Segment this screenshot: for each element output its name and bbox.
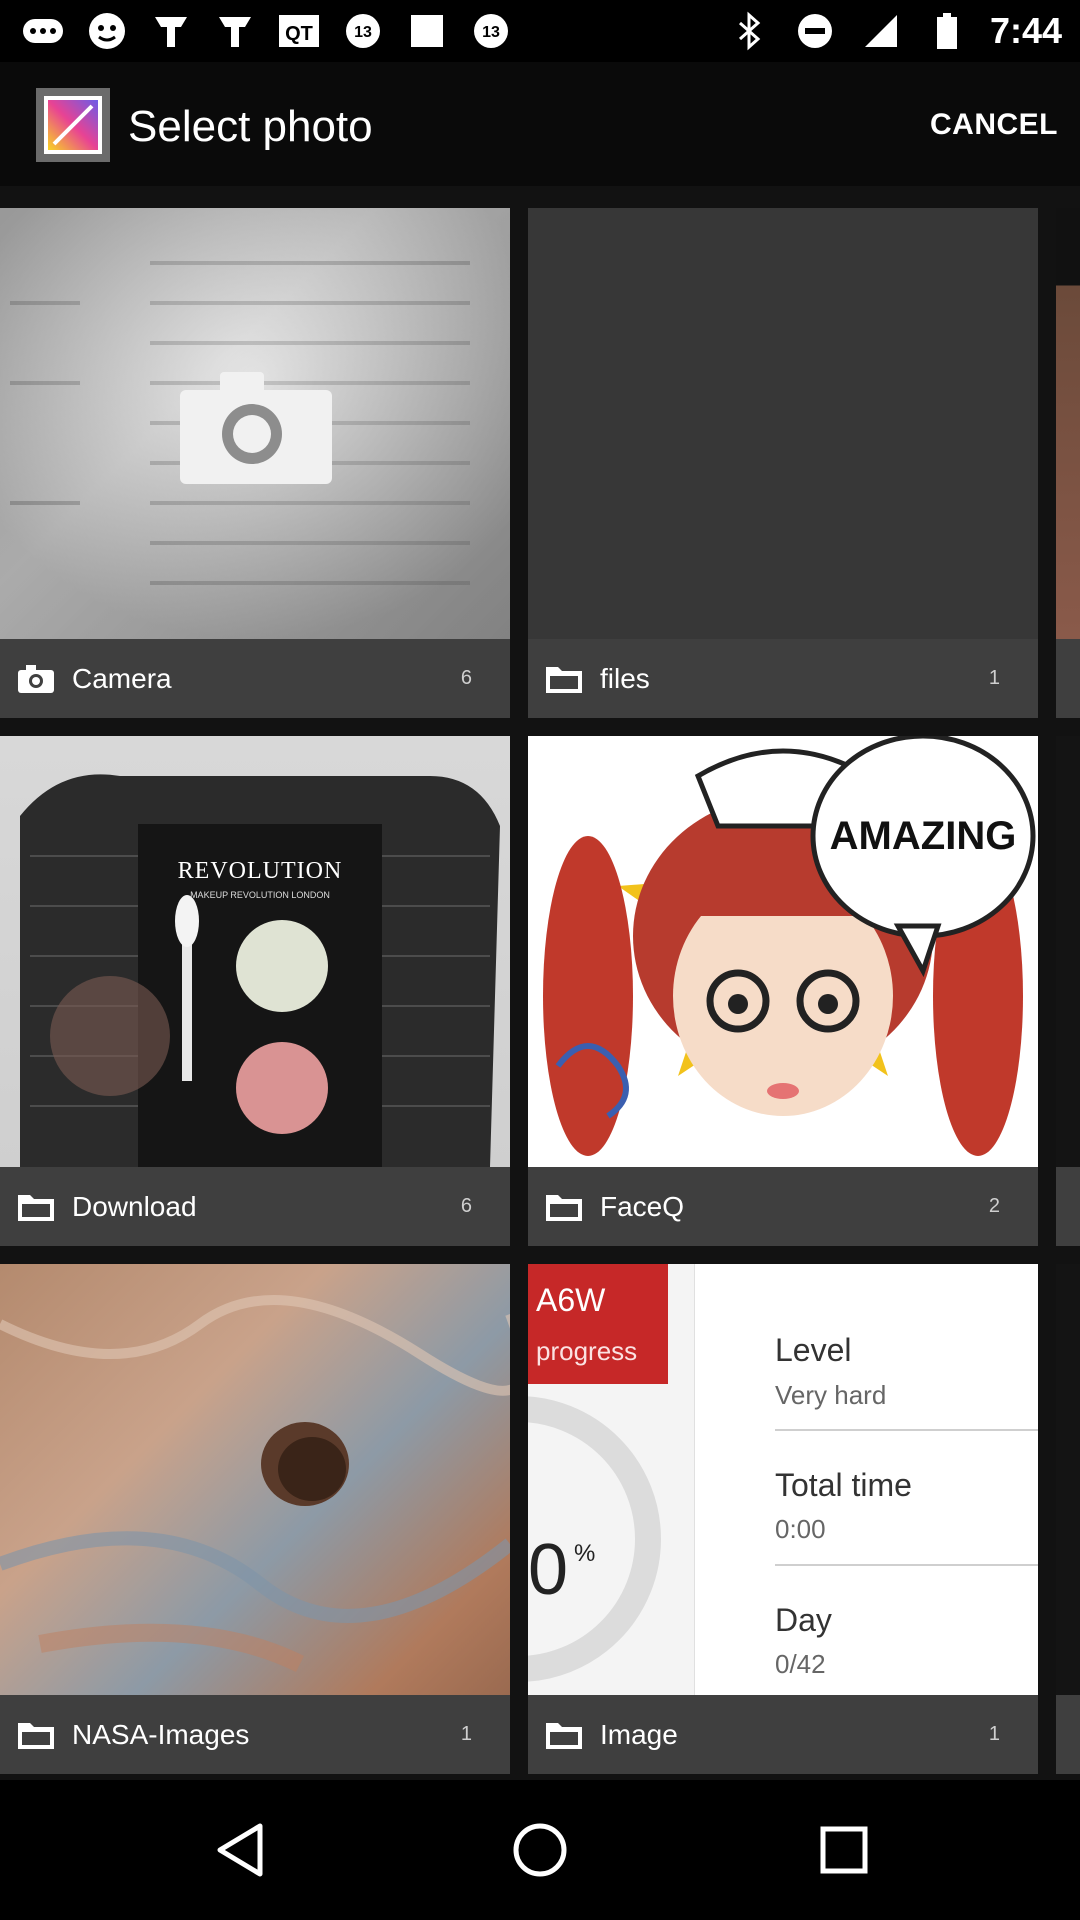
faceq-bubble-text: AMAZING bbox=[829, 814, 1017, 858]
album-label: FaceQ 2 bbox=[528, 1167, 1038, 1246]
album-tile-partial[interactable] bbox=[1056, 1264, 1080, 1774]
screenshot-subtitle: progress bbox=[536, 1336, 638, 1366]
camera-icon bbox=[18, 664, 58, 694]
album-thumbnail bbox=[1056, 1264, 1080, 1695]
bird-icon bbox=[148, 8, 194, 54]
album-tile-partial[interactable] bbox=[1056, 208, 1080, 718]
album-name: files bbox=[600, 662, 650, 694]
divider bbox=[775, 1564, 1038, 1566]
album-tile-image[interactable]: A6W progress 0 % Level Very hard Total t… bbox=[528, 1264, 1038, 1774]
divider bbox=[775, 1429, 1038, 1431]
stat-value: Very hard bbox=[775, 1380, 887, 1410]
folder-icon bbox=[18, 1720, 58, 1750]
recents-icon[interactable] bbox=[814, 1820, 874, 1880]
album-name: Camera bbox=[72, 662, 172, 694]
action-bar: Select photo CANCEL bbox=[0, 62, 1080, 186]
stats-panel: Level Very hard Total time 0:00 Day 0/42 bbox=[694, 1264, 1038, 1695]
album-count: 6 bbox=[460, 667, 472, 689]
qt-icon: QT bbox=[276, 8, 322, 54]
album-count: 6 bbox=[460, 1195, 472, 1217]
back-icon[interactable] bbox=[210, 1820, 270, 1880]
album-label: Camera 6 bbox=[0, 639, 510, 718]
album-thumbnail: A6W progress 0 % Level Very hard Total t… bbox=[528, 1264, 1038, 1695]
album-thumbnail bbox=[1056, 736, 1080, 1167]
status-bar: QT 13 13 7:44 bbox=[0, 0, 1080, 62]
album-label: NASA-Images 1 bbox=[0, 1695, 510, 1774]
album-count: 1 bbox=[460, 1723, 472, 1745]
album-tile-faceq[interactable]: AMAZING FaceQ 2 bbox=[528, 736, 1038, 1246]
notification-icons: QT 13 13 bbox=[20, 8, 514, 54]
gamepad-icon bbox=[84, 8, 130, 54]
stat-value: 0/42 bbox=[775, 1649, 826, 1679]
album-count: 1 bbox=[988, 667, 1000, 689]
revolution-sub-text: MAKEUP REVOLUTION LONDON bbox=[190, 890, 330, 900]
navigation-bar bbox=[0, 1780, 1080, 1920]
abc13-icon: 13 bbox=[340, 8, 386, 54]
do-not-disturb-icon bbox=[792, 8, 838, 54]
screenshot-title: A6W bbox=[536, 1282, 606, 1318]
album-count: 1 bbox=[988, 1723, 1000, 1745]
gallery-app-icon bbox=[36, 88, 110, 162]
folder-icon bbox=[546, 1720, 586, 1750]
signal-icon bbox=[858, 8, 904, 54]
camera-placeholder-icon bbox=[180, 368, 332, 489]
progress-percent: 0 bbox=[528, 1530, 569, 1610]
bluetooth-icon bbox=[726, 8, 772, 54]
abc13-icon: 13 bbox=[468, 8, 514, 54]
album-name: NASA-Images bbox=[72, 1718, 250, 1750]
album-name: Image bbox=[600, 1718, 678, 1750]
album-thumbnail: REVOLUTION MAKEUP REVOLUTION LONDON bbox=[0, 736, 510, 1167]
home-icon[interactable] bbox=[510, 1820, 570, 1880]
system-icons: 7:44 bbox=[726, 8, 1062, 54]
album-name: Download bbox=[72, 1190, 197, 1222]
album-label bbox=[1056, 639, 1080, 718]
clock: 7:44 bbox=[989, 10, 1062, 51]
battery-icon bbox=[924, 8, 970, 54]
album-label bbox=[1056, 1695, 1080, 1774]
album-label: Image 1 bbox=[528, 1695, 1038, 1774]
album-tile-files[interactable]: files 1 bbox=[528, 208, 1038, 718]
stat-label: Total time bbox=[775, 1467, 912, 1503]
svg-text:13: 13 bbox=[482, 24, 500, 41]
stat-label: Level bbox=[775, 1332, 852, 1368]
folder-icon bbox=[18, 1192, 58, 1222]
album-count: 2 bbox=[988, 1195, 1000, 1217]
album-grid: Camera 6 files 1 REVOLUTION MAKEUP REVOL… bbox=[0, 186, 1080, 1780]
album-thumbnail bbox=[528, 208, 1038, 639]
album-thumbnail bbox=[1056, 208, 1080, 639]
album-name: FaceQ bbox=[600, 1190, 685, 1222]
page-title: Select photo bbox=[128, 102, 373, 151]
album-thumbnail bbox=[0, 1264, 510, 1695]
folder-icon bbox=[546, 1192, 586, 1222]
album-thumbnail: AMAZING bbox=[528, 736, 1038, 1167]
album-label: Download 6 bbox=[0, 1167, 510, 1246]
album-label bbox=[1056, 1167, 1080, 1246]
stat-label: Day bbox=[775, 1602, 832, 1638]
cancel-button[interactable]: CANCEL bbox=[930, 108, 1058, 142]
image-icon bbox=[404, 8, 450, 54]
bird-icon bbox=[212, 8, 258, 54]
album-label: files 1 bbox=[528, 639, 1038, 718]
album-tile-partial[interactable] bbox=[1056, 736, 1080, 1246]
folder-icon bbox=[546, 664, 586, 694]
stat-value: 0:00 bbox=[775, 1514, 826, 1544]
revolution-brand-text: REVOLUTION bbox=[177, 858, 343, 884]
more-dots-icon bbox=[20, 8, 66, 54]
svg-text:QT: QT bbox=[285, 23, 313, 45]
progress-percent-sign: % bbox=[574, 1540, 596, 1567]
album-tile-download[interactable]: REVOLUTION MAKEUP REVOLUTION LONDON Down… bbox=[0, 736, 510, 1246]
album-tile-camera[interactable]: Camera 6 bbox=[0, 208, 510, 718]
album-tile-nasa-images[interactable]: NASA-Images 1 bbox=[0, 1264, 510, 1774]
svg-text:13: 13 bbox=[354, 24, 372, 41]
